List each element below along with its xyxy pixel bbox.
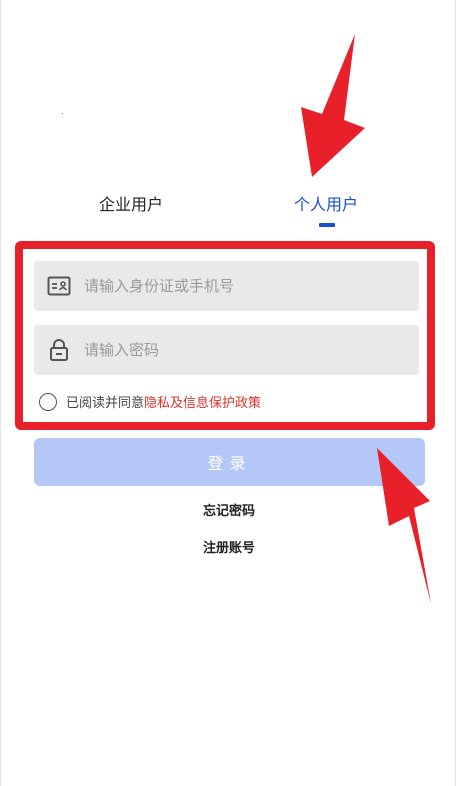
tab-personal-user[interactable]: 个人用户 (294, 193, 358, 217)
arrow-top (301, 34, 365, 177)
forgot-password-link[interactable]: 忘记密码 (1, 500, 456, 519)
stray-dot (62, 113, 63, 114)
login-page: 企业用户 个人用户 已阅读并同意 隐私及信息保护政策 (0, 0, 456, 786)
active-tab-indicator (319, 223, 335, 227)
user-type-tabs: 企业用户 个人用户 (1, 193, 456, 233)
login-button[interactable]: 登录 (34, 438, 425, 486)
register-account-link[interactable]: 注册账号 (1, 537, 456, 556)
highlight-box (15, 241, 435, 430)
tab-enterprise-user[interactable]: 企业用户 (99, 193, 163, 217)
